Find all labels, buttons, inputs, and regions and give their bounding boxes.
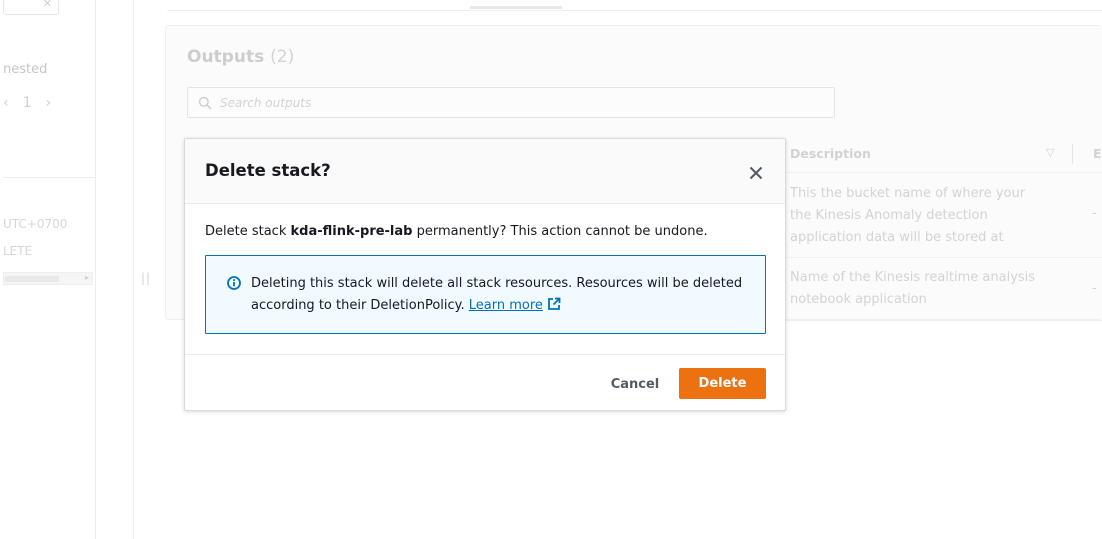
column-header-description[interactable]: Description bbox=[790, 146, 871, 161]
outputs-count: (2) bbox=[270, 47, 295, 67]
horizontal-scrollbar[interactable]: ▸ bbox=[3, 272, 93, 285]
external-link-icon bbox=[548, 297, 561, 310]
learn-more-link[interactable]: Learn more bbox=[468, 297, 561, 313]
table-cell-description: This the bucket name of where your the K… bbox=[790, 186, 1026, 245]
pagination: ‹ 1 › bbox=[3, 95, 51, 111]
row-divider bbox=[786, 320, 1102, 321]
alert-message: Deleting this stack will delete all stac… bbox=[251, 273, 751, 317]
footer-divider bbox=[185, 354, 785, 355]
close-icon: ✕ bbox=[42, 0, 52, 10]
prev-page-button[interactable]: ‹ bbox=[3, 95, 9, 111]
learn-more-label: Learn more bbox=[468, 298, 543, 313]
table-cell-extra: - bbox=[1092, 206, 1097, 221]
delete-button[interactable]: Delete bbox=[679, 368, 766, 399]
row-divider bbox=[786, 257, 1102, 258]
info-icon bbox=[227, 275, 241, 294]
column-separator[interactable] bbox=[1072, 144, 1073, 164]
close-icon bbox=[749, 166, 763, 180]
stack-name: kda-flink-pre-lab bbox=[290, 224, 413, 239]
info-alert: Deleting this stack will delete all stac… bbox=[205, 255, 766, 334]
timestamp-text: UTC+0700 bbox=[3, 217, 68, 231]
outputs-search[interactable] bbox=[187, 87, 835, 118]
tabs-underline bbox=[167, 10, 1102, 11]
left-panel: ✕ nested ‹ 1 › UTC+0700 LETE ▸ bbox=[3, 0, 96, 539]
table-cell-description: Name of the Kinesis realtime analysis no… bbox=[790, 270, 1036, 307]
row-divider bbox=[786, 172, 1102, 173]
nested-label: nested bbox=[3, 62, 48, 77]
page: ✕ nested ‹ 1 › UTC+0700 LETE ▸ || Output… bbox=[0, 0, 1102, 539]
left-close-button[interactable]: ✕ bbox=[3, 0, 59, 15]
dialog-close-button[interactable] bbox=[745, 162, 767, 184]
resize-handle[interactable]: || bbox=[141, 271, 151, 285]
sort-icon[interactable]: ▽ bbox=[1046, 146, 1054, 159]
search-input[interactable] bbox=[220, 92, 820, 114]
dialog-message: Delete stack kda-flink-pre-lab permanent… bbox=[205, 224, 708, 239]
scrollbar-thumb[interactable] bbox=[5, 276, 59, 282]
message-suffix: permanently? This action cannot be undon… bbox=[412, 224, 708, 239]
dialog-header: Delete stack? bbox=[185, 139, 785, 204]
split-divider bbox=[133, 0, 134, 539]
search-icon bbox=[198, 95, 212, 114]
left-divider bbox=[3, 177, 95, 178]
scroll-right-icon[interactable]: ▸ bbox=[85, 273, 89, 282]
outputs-heading: Outputs (2) bbox=[187, 47, 294, 67]
outputs-title: Outputs bbox=[187, 47, 265, 67]
delete-stack-dialog: Delete stack? Delete stack kda-flink-pre… bbox=[184, 138, 786, 411]
current-page[interactable]: 1 bbox=[23, 95, 32, 111]
active-tab-indicator bbox=[470, 6, 562, 9]
dialog-title: Delete stack? bbox=[205, 161, 331, 180]
next-page-button[interactable]: › bbox=[46, 95, 52, 111]
table-cell-extra: - bbox=[1092, 281, 1097, 296]
column-header-next[interactable]: E bbox=[1093, 146, 1102, 161]
message-prefix: Delete stack bbox=[205, 224, 291, 239]
status-text: LETE bbox=[3, 244, 33, 258]
cancel-button[interactable]: Cancel bbox=[599, 369, 671, 399]
